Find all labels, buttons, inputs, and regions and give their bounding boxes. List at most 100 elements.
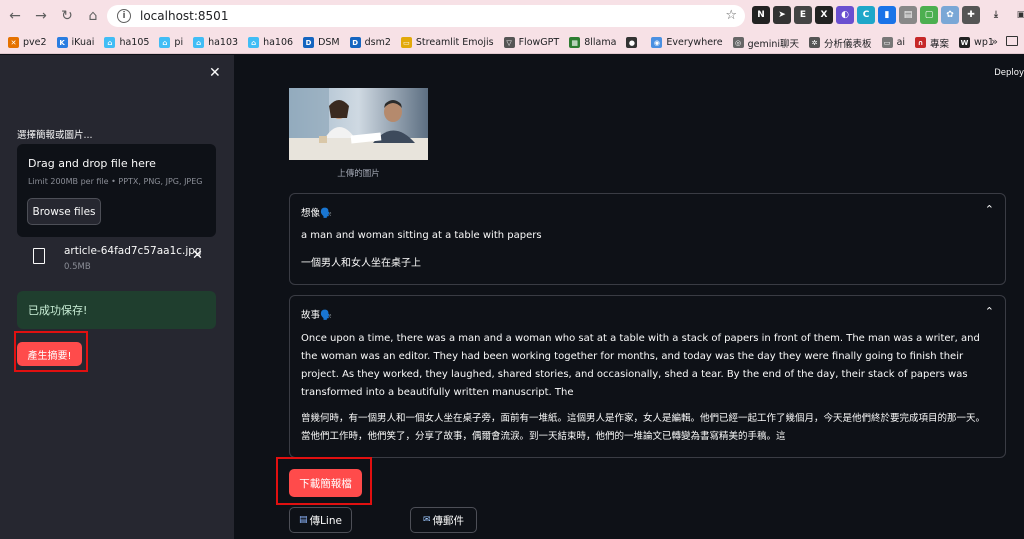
bookmark-favicon-icon: ▦ [569,37,581,48]
send-line-button[interactable]: ▤ 傳Line [289,507,352,533]
bookmark-item[interactable]: ∩ 專案 [915,36,949,50]
bookmark-label: FlowGPT [518,37,560,48]
forward-icon[interactable]: → [30,5,52,27]
success-alert: 已成功保存! [17,291,216,329]
bookmark-favicon-icon: D [303,37,315,48]
generate-summary-button[interactable]: 產生摘要! [17,342,82,366]
bookmark-item[interactable]: ▭ ai [881,37,906,48]
back-icon[interactable]: ← [4,5,26,27]
extension-icon[interactable]: ➤ [773,6,791,24]
extension-icon[interactable]: X [815,6,833,24]
bookmark-favicon-icon: ◎ [732,37,744,48]
bookmark-item[interactable]: ◎ gemini聊天 [732,36,799,50]
bookmark-label: pve2 [23,37,47,48]
extension-icon[interactable]: ▮ [878,6,896,24]
line-icon: ▤ [299,515,308,525]
bookmark-item[interactable]: ⌂ ha105 [104,37,149,48]
bookmark-label: ha106 [263,37,294,48]
bookmark-favicon-icon: K [56,37,68,48]
bookmark-item[interactable]: Wwp1 [959,37,994,48]
imagine-title[interactable]: 想像🗣️ [301,205,332,219]
all-bookmarks-folder-icon[interactable] [1006,36,1018,46]
bookmark-favicon-icon: ✲ [809,37,821,48]
bookmark-star-icon[interactable]: ☆ [725,8,737,23]
extension-icon[interactable]: ◐ [836,6,854,24]
bookmark-favicon-icon: D [349,37,361,48]
bookmark-favicon-icon: ▽ [503,37,515,48]
collapse-chevron-icon[interactable]: ⌃ [985,305,994,318]
bookmark-item[interactable]: ▦ 8llama [569,37,616,48]
bookmark-item[interactable]: ● [626,37,641,48]
bookmark-label: 分析儀表板 [824,38,872,50]
send-email-label: 傳郵件 [432,514,465,527]
imagine-chinese: 一個男人和女人坐在桌子上 [301,258,421,269]
imagine-english: a man and woman sitting at a table with … [301,230,542,241]
profile-icon[interactable]: ▣ [1012,6,1024,24]
collapse-chevron-icon[interactable]: ⌃ [985,203,994,216]
uploaded-file: article-64fad7c57aa1c.jpg 0.5MB ✕ [33,245,213,275]
bookmarks-bar: ✕ pve2 KiKuai ⌂ ha105 ⌂ pi ⌂ ha103 ⌂ ha106 D DSM Ddsm… [0,32,1024,54]
dropzone-limit: Limit 200MB per file • PPTX, PNG, JPG, J… [28,177,203,186]
story-english: Once upon a time, there was a man and a … [301,333,980,398]
dropzone-title: Drag and drop file here [28,157,156,170]
file-dropzone[interactable]: Drag and drop file here Limit 200MB per … [17,144,216,237]
bookmark-label: ai [896,37,906,48]
bookmark-favicon-icon: ✕ [8,37,19,48]
download-icon[interactable]: ⤓ [983,6,1009,24]
site-info-icon[interactable]: i [117,9,131,23]
more-bookmarks-icon[interactable]: » [991,35,998,48]
bookmark-favicon-icon: ∩ [915,37,927,48]
reload-icon[interactable]: ↻ [56,5,78,27]
close-sidebar-icon[interactable]: ✕ [209,65,221,81]
bookmark-item[interactable]: Ddsm2 [349,37,391,48]
bookmark-label: ha105 [119,37,150,48]
bookmark-favicon-icon: ▭ [400,37,412,48]
remove-file-icon[interactable]: ✕ [192,248,203,263]
extension-icon[interactable]: ▤ [899,6,917,24]
deploy-button[interactable]: Deploy [994,68,1024,78]
bookmark-favicon-icon: ⌂ [193,37,205,48]
extension-icon[interactable]: C [857,6,875,24]
uploader-label: 選擇簡報或圖片... [17,130,93,141]
bookmark-label: iKuai [71,37,95,48]
bookmark-item[interactable]: ✕ pve2 [8,37,47,48]
email-icon: ✉ [422,515,431,525]
extension-icon[interactable]: E [794,6,812,24]
extension-icon[interactable]: ✿ [941,6,959,24]
bookmark-favicon-icon: ◉ [651,37,663,48]
sidebar: ✕ 選擇簡報或圖片... Drag and drop file here Lim… [0,55,234,539]
send-line-label: 傳Line [309,514,342,527]
bookmark-item[interactable]: D DSM [303,37,340,48]
extensions-bar: N ➤ E X ◐ C ▮ ▤ ▢ ✿ ✚ ⤓ ▣ ⋮ [752,6,1024,24]
bookmark-favicon-icon: ⌂ [248,37,260,48]
bookmark-item[interactable]: ▽ FlowGPT [503,37,560,48]
bookmark-item[interactable]: ⌂ ha106 [248,37,293,48]
extensions-puzzle-icon[interactable]: ✚ [962,6,980,24]
extension-icon[interactable]: ▢ [920,6,938,24]
bookmark-label: dsm2 [364,37,391,48]
bookmark-favicon-icon: ▭ [881,37,893,48]
bookmark-item[interactable]: ✲ 分析儀表板 [809,36,872,50]
bookmark-label: 8llama [584,37,617,48]
bookmark-label: ha103 [208,37,239,48]
browse-files-button[interactable]: Browse files [27,198,101,225]
download-pptx-button[interactable]: 下載簡報檔 [289,469,362,497]
bookmark-favicon-icon: ⌂ [159,37,171,48]
bookmark-item[interactable]: ◉ Everywhere [651,37,723,48]
home-icon[interactable]: ⌂ [82,5,104,27]
bookmark-item[interactable]: ▭ Streamlit Emojis [400,37,494,48]
bookmark-label: pi [174,37,184,48]
bookmark-item[interactable]: ⌂ pi [159,37,183,48]
extension-icon[interactable]: N [752,6,770,24]
send-email-button[interactable]: ✉ 傳郵件 [410,507,477,533]
bookmark-label: Everywhere [666,37,723,48]
bookmark-item[interactable]: ⌂ ha103 [193,37,238,48]
story-title[interactable]: 故事🗣️ [301,307,332,321]
story-chinese: 曾幾何時，有一個男人和一個女人坐在桌子旁，面前有一堆紙。這個男人是作家，女人是編… [301,413,986,442]
bookmark-item[interactable]: KiKuai [56,37,95,48]
bookmark-label: DSM [318,37,340,48]
address-bar[interactable]: i localhost:8501 ☆ [107,5,745,27]
imagine-expander: 想像🗣️ ⌃ a man and woman sitting at a tabl… [289,193,1006,285]
bookmark-favicon-icon: ⌂ [104,37,116,48]
browser-toolbar: ← → ↻ ⌂ i localhost:8501 ☆ N ➤ E X ◐ C ▮… [0,0,1024,32]
